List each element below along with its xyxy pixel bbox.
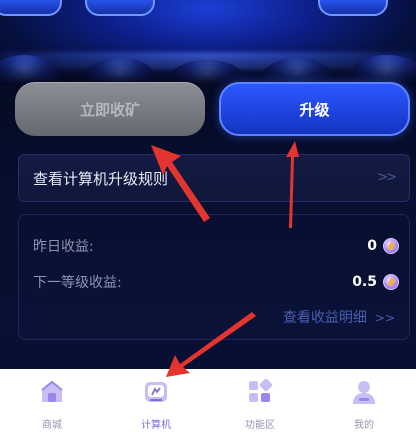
next-level-earnings-value: 0.5 <box>352 274 377 290</box>
shop-icon <box>41 380 63 402</box>
yesterday-earnings-value: 0 <box>367 238 377 254</box>
collect-now-button[interactable]: 立即收矿 <box>15 82 205 136</box>
machine-corner-left <box>0 0 62 16</box>
upgrade-rules-label: 查看计算机升级规则 <box>33 169 169 188</box>
computer-icon <box>145 382 167 402</box>
mining-machine-banner <box>0 0 416 85</box>
yesterday-earnings-row: 昨日收益: 0 <box>33 235 399 257</box>
earnings-details-label: 查看收益明细 <box>282 310 367 326</box>
upgrade-button[interactable]: 升级 <box>219 82 410 136</box>
yesterday-earnings-label: 昨日收益: <box>33 239 94 255</box>
tab-label: 功能区 <box>245 420 275 431</box>
machine-corner-mid <box>85 0 155 16</box>
next-level-earnings-label: 下一等级收益: <box>33 275 122 291</box>
bottom-tab-bar: 商城 计算机 功能区 我的 <box>0 369 416 437</box>
earnings-panel: 昨日收益: 0 下一等级收益: 0.5 查看收益明细 >> <box>18 214 410 340</box>
tab-profile[interactable]: 我的 <box>312 369 416 437</box>
next-level-earnings-row: 下一等级收益: 0.5 <box>33 271 399 293</box>
profile-icon <box>353 381 375 404</box>
function-grid-icon <box>249 379 273 402</box>
coin-icon <box>383 238 399 254</box>
upgrade-rules-row[interactable]: 查看计算机升级规则 >> <box>18 154 410 202</box>
coin-icon <box>383 274 399 290</box>
tab-functions[interactable]: 功能区 <box>208 369 312 437</box>
banner-fade <box>0 55 416 85</box>
chevron-right-double-icon: >> <box>377 170 397 185</box>
chevron-right-double-icon: >> <box>374 311 395 325</box>
machine-corner-right <box>318 0 388 16</box>
tab-label: 计算机 <box>141 420 171 431</box>
tab-shop[interactable]: 商城 <box>0 369 104 437</box>
tab-label: 我的 <box>354 420 374 431</box>
tab-computer[interactable]: 计算机 <box>104 369 208 437</box>
earnings-details-link[interactable]: 查看收益明细 >> <box>283 307 395 327</box>
tab-label: 商城 <box>42 420 62 431</box>
